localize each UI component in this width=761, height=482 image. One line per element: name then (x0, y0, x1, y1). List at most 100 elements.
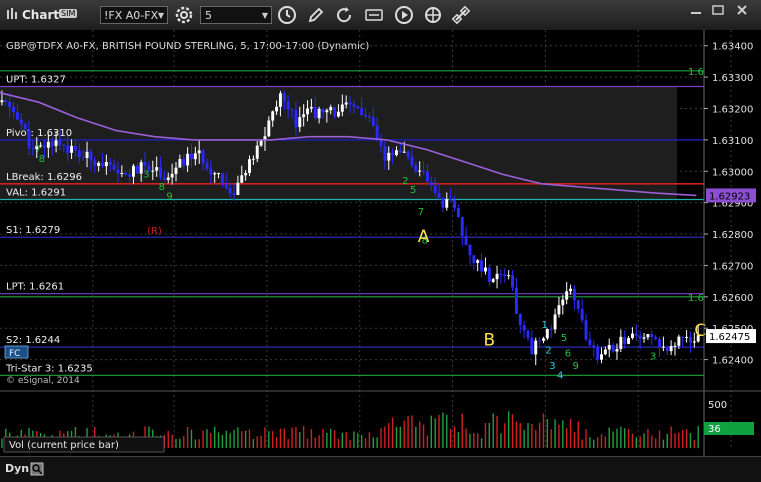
candle-body (387, 152, 391, 161)
candle-body (317, 108, 321, 119)
candle-body (619, 336, 623, 349)
candle-body (275, 106, 279, 112)
candle-body (356, 106, 360, 109)
candle-body (669, 346, 673, 352)
candle-body (654, 337, 658, 340)
candle-body (58, 140, 62, 145)
dyn-label: Dyn (5, 462, 30, 475)
gear-icon[interactable] (174, 5, 194, 25)
candle-body (429, 181, 433, 186)
candle-body (348, 102, 352, 105)
refresh-icon[interactable] (334, 5, 354, 25)
candle-body (483, 267, 487, 272)
candle-body (615, 348, 619, 352)
candle-body (642, 337, 646, 339)
tristar-level-label: Tri-Star 3: 1.6235 (5, 363, 93, 374)
candle-body (70, 145, 74, 153)
candle-body (89, 151, 93, 161)
candle-body (596, 346, 600, 360)
status-footer: Dyn (0, 456, 761, 482)
candle-body (600, 354, 603, 360)
candle-body (255, 145, 259, 159)
chevron-down-icon[interactable]: ▼ (262, 7, 268, 25)
candle-body (50, 141, 54, 147)
candle-body (499, 273, 503, 275)
candle-body (193, 153, 197, 160)
candle-body (205, 163, 209, 169)
link-icon[interactable] (451, 5, 471, 25)
candle-body (665, 346, 669, 352)
close-icon[interactable] (734, 3, 750, 17)
sim-badge: SIM (59, 9, 78, 18)
symbol-value: !FX A0-FX (104, 9, 159, 22)
candle-body (66, 145, 70, 153)
candle-body (360, 108, 364, 116)
sequence-label: 6 (565, 348, 571, 359)
candle-body (542, 338, 545, 341)
sequence-label: 5 (561, 333, 567, 344)
candle-body (217, 172, 221, 174)
chevron-down-icon[interactable]: ▼ (158, 7, 164, 25)
candle-body (685, 336, 689, 338)
candle-body (565, 291, 569, 300)
candle-body (422, 170, 426, 172)
candle-body (209, 168, 213, 175)
val-level-label: VAL: 1.6291 (6, 188, 66, 199)
clock-icon[interactable] (277, 5, 297, 25)
lpt-level-label: LPT: 1.6261 (6, 282, 64, 293)
candle-body (101, 162, 104, 167)
sequence-label: 1 (542, 320, 548, 331)
candle-body (62, 144, 66, 146)
pencil-icon[interactable] (306, 5, 326, 25)
price-chart[interactable]: UPT: 1.6327 Pivot: 1.6310 LBreak: 1.6296 VA… (0, 30, 761, 456)
candle-body (85, 151, 89, 158)
candle-body (259, 140, 263, 146)
candle-body (433, 185, 437, 193)
target-icon[interactable] (423, 5, 443, 25)
candle-body (367, 116, 371, 118)
candle-body (251, 158, 255, 160)
candle-body (487, 267, 491, 282)
candle-body (692, 341, 696, 343)
candle-body (534, 340, 538, 355)
zoom-icon[interactable] (30, 462, 44, 476)
copyright-text: © eSignal, 2014 (6, 376, 80, 386)
y-tick-label: 1.63100 (712, 136, 753, 147)
candle-body (495, 273, 499, 280)
candle-body (414, 165, 418, 172)
candle-body (561, 299, 565, 306)
candle-body (104, 162, 108, 167)
candle-body (240, 175, 244, 183)
candle-body (340, 104, 344, 112)
maximize-icon[interactable] (710, 3, 726, 17)
candle-body (681, 336, 685, 338)
y-tick-label: 1.63000 (712, 167, 753, 178)
candle-body (27, 129, 31, 149)
candle-body (309, 107, 313, 109)
sequence-label: 8 (39, 154, 45, 165)
r-marker: (R) (147, 226, 162, 237)
candle-body (12, 106, 16, 113)
candle-body (530, 337, 534, 355)
candle-body (588, 339, 592, 346)
candle-body (93, 160, 97, 166)
candle-body (569, 288, 573, 292)
app-title: Chart (22, 8, 60, 22)
candle-body (453, 200, 456, 208)
s2-level-label: S2: 1.6244 (6, 335, 60, 346)
minimize-icon[interactable] (688, 3, 704, 17)
candle-body (306, 108, 309, 115)
candle-body (395, 150, 398, 155)
play-icon[interactable] (394, 5, 414, 25)
sequence-label: 9 (572, 361, 578, 372)
candle-body (646, 334, 650, 338)
candle-body (128, 174, 132, 177)
candle-body (159, 167, 162, 178)
quote-icon[interactable] (364, 5, 384, 25)
y-tick-label: 1.63400 (712, 42, 753, 53)
symbol-input[interactable]: !FX A0-FX ▼ (100, 6, 168, 24)
candle-body (425, 171, 429, 182)
candle-body (313, 107, 317, 119)
candle-body (503, 274, 507, 276)
interval-select[interactable]: 5 ▼ (200, 6, 272, 24)
